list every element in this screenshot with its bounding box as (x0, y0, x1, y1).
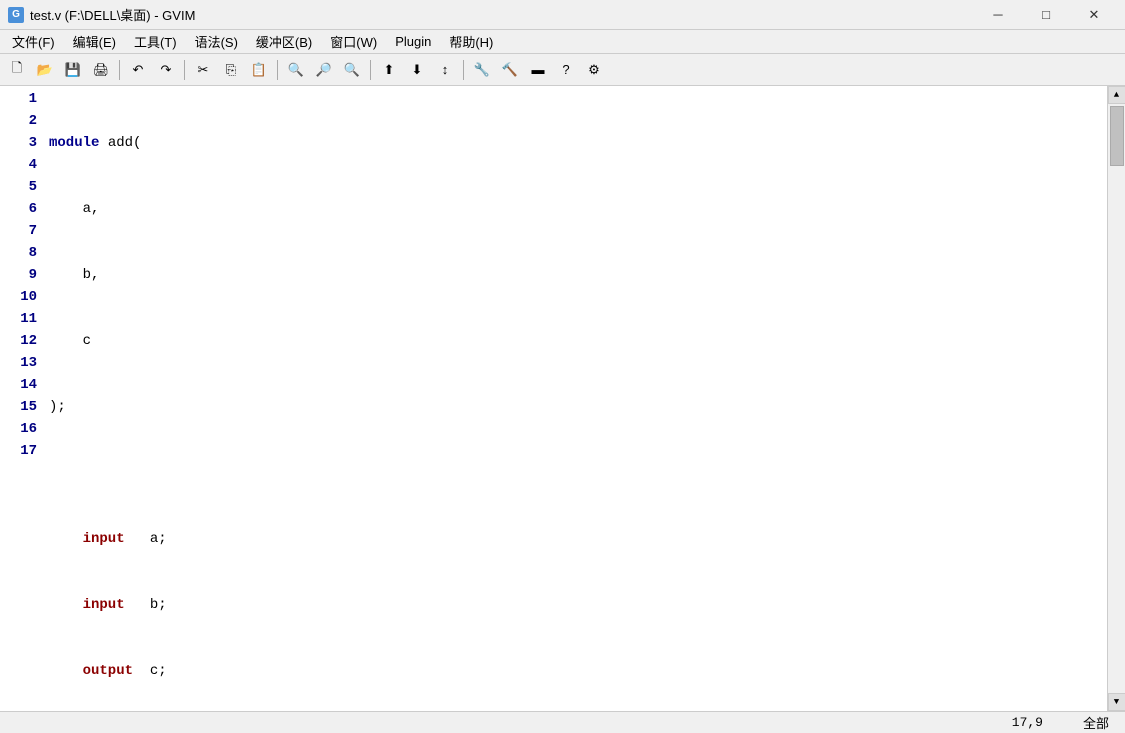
menu-edit[interactable]: 编辑(E) (65, 30, 124, 53)
code-line-4: c (49, 330, 1107, 352)
toolbar-print[interactable]: 🖨 (88, 57, 114, 83)
line-num-tilde-4 (4, 528, 37, 550)
toolbar-find1[interactable]: 🔍 (283, 57, 309, 83)
line-num-tilde-5 (4, 550, 37, 572)
code-line-8: input b; (49, 594, 1107, 616)
toolbar-sep-3 (277, 60, 278, 80)
close-button[interactable]: ✕ (1071, 0, 1117, 30)
code-line-3: b, (49, 264, 1107, 286)
app-icon: G (8, 7, 24, 23)
maximize-button[interactable]: □ (1023, 0, 1069, 30)
toolbar-cut[interactable]: ✂ (190, 57, 216, 83)
toolbar-help[interactable]: ? (553, 57, 579, 83)
editor-container: 1 2 3 4 5 6 7 8 9 10 11 12 13 14 15 16 1… (0, 86, 1125, 711)
line-num-12: 12 (4, 330, 37, 352)
line-num-2: 2 (4, 110, 37, 132)
toolbar-sep-2 (184, 60, 185, 80)
line-num-16: 16 (4, 418, 37, 440)
line-num-1: 1 (4, 88, 37, 110)
toolbar-sep-1 (119, 60, 120, 80)
menu-tools[interactable]: 工具(T) (126, 30, 185, 53)
menu-file[interactable]: 文件(F) (4, 30, 63, 53)
title-bar-left: G test.v (F:\DELL\桌面) - GVIM (8, 5, 195, 24)
line-num-4: 4 (4, 154, 37, 176)
line-num-tilde-1 (4, 462, 37, 484)
line-num-9: 9 (4, 264, 37, 286)
code-line-6 (49, 462, 1107, 484)
scroll-thumb[interactable] (1110, 106, 1124, 166)
toolbar-paste[interactable]: 📋 (246, 57, 272, 83)
menu-window[interactable]: 窗口(W) (322, 30, 385, 53)
line-num-8: 8 (4, 242, 37, 264)
vertical-scrollbar[interactable]: ▲ ▼ (1107, 86, 1125, 711)
line-num-13: 13 (4, 352, 37, 374)
scroll-down-arrow[interactable]: ▼ (1108, 693, 1125, 711)
toolbar-sep-4 (370, 60, 371, 80)
toolbar-new[interactable]: 🗋 (4, 57, 30, 83)
toolbar-tool1[interactable]: 🔧 (469, 57, 495, 83)
code-editor[interactable]: module add( a, b, c ); input a; input b;… (45, 86, 1107, 711)
status-bar: 17,9 全部 (0, 711, 1125, 733)
line-numbers: 1 2 3 4 5 6 7 8 9 10 11 12 13 14 15 16 1… (0, 86, 45, 711)
scroll-up-arrow[interactable]: ▲ (1108, 86, 1125, 104)
code-line-5: ); (49, 396, 1107, 418)
menu-buffer[interactable]: 缓冲区(B) (248, 30, 320, 53)
code-line-2: a, (49, 198, 1107, 220)
code-line-9: output c; (49, 660, 1107, 682)
line-num-7: 7 (4, 220, 37, 242)
toolbar-open[interactable]: 📂 (32, 57, 58, 83)
menu-help[interactable]: 帮助(H) (441, 30, 501, 53)
toolbar-replace2[interactable]: ⬇ (404, 57, 430, 83)
line-num-tilde-2 (4, 484, 37, 506)
toolbar-undo[interactable]: ↶ (125, 57, 151, 83)
toolbar-tool3[interactable]: ▬ (525, 57, 551, 83)
line-num-14: 14 (4, 374, 37, 396)
line-num-15: 15 (4, 396, 37, 418)
toolbar-save[interactable]: 💾 (60, 57, 86, 83)
line-num-17: 17 (4, 440, 37, 462)
view-label: 全部 (1083, 713, 1109, 732)
code-line-7: input a; (49, 528, 1107, 550)
menu-bar: 文件(F) 编辑(E) 工具(T) 语法(S) 缓冲区(B) 窗口(W) Plu… (0, 30, 1125, 54)
line-num-tilde-3 (4, 506, 37, 528)
toolbar: 🗋 📂 💾 🖨 ↶ ↷ ✂ ⎘ 📋 🔍 🔎 🔍 ⬆ ⬇ ↕ 🔧 🔨 ▬ ? ⚙ (0, 54, 1125, 86)
toolbar-find2[interactable]: 🔎 (311, 57, 337, 83)
title-bar-buttons: ─ □ ✕ (975, 0, 1117, 30)
toolbar-nav[interactable]: ↕ (432, 57, 458, 83)
toolbar-macro[interactable]: ⚙ (581, 57, 607, 83)
menu-syntax[interactable]: 语法(S) (187, 30, 246, 53)
menu-plugin[interactable]: Plugin (387, 32, 439, 51)
title-bar: G test.v (F:\DELL\桌面) - GVIM ─ □ ✕ (0, 0, 1125, 30)
code-line-1: module add( (49, 132, 1107, 154)
window-title: test.v (F:\DELL\桌面) - GVIM (30, 5, 195, 24)
line-num-5: 5 (4, 176, 37, 198)
toolbar-tool2[interactable]: 🔨 (497, 57, 523, 83)
toolbar-copy[interactable]: ⎘ (218, 57, 244, 83)
line-num-10: 10 (4, 286, 37, 308)
line-num-3: 3 (4, 132, 37, 154)
toolbar-redo[interactable]: ↷ (153, 57, 179, 83)
toolbar-sep-5 (463, 60, 464, 80)
line-num-11: 11 (4, 308, 37, 330)
minimize-button[interactable]: ─ (975, 0, 1021, 30)
toolbar-replace1[interactable]: ⬆ (376, 57, 402, 83)
scroll-track[interactable] (1108, 104, 1125, 693)
toolbar-find3[interactable]: 🔍 (339, 57, 365, 83)
cursor-position: 17,9 (1012, 715, 1043, 730)
line-num-6: 6 (4, 198, 37, 220)
